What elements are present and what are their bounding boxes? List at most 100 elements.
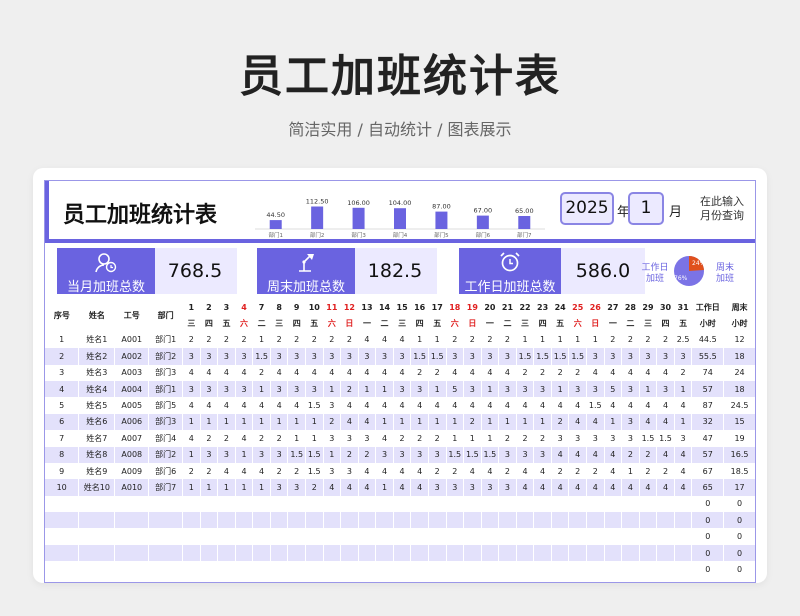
- cell-hours[interactable]: 3: [323, 348, 342, 365]
- cell-hours[interactable]: 1: [516, 413, 535, 431]
- cell-hours[interactable]: 2: [639, 331, 658, 349]
- cell-hours[interactable]: 1.5: [305, 397, 324, 414]
- cell-hours[interactable]: 4: [358, 364, 377, 381]
- cell-hours[interactable]: 3: [586, 430, 605, 447]
- cell-hours[interactable]: [428, 544, 447, 562]
- cell-hours[interactable]: 2: [200, 430, 219, 447]
- cell-hours[interactable]: 1: [323, 446, 342, 463]
- cell-no[interactable]: 1: [45, 331, 80, 349]
- cell-hours[interactable]: 2: [217, 331, 236, 349]
- cell-hours[interactable]: [235, 512, 254, 529]
- cell-hours[interactable]: [340, 528, 359, 545]
- cell-hours[interactable]: 3: [463, 348, 482, 365]
- cell-hours[interactable]: 2: [463, 413, 482, 431]
- cell-id[interactable]: A006: [114, 413, 150, 431]
- cell-hours[interactable]: 1: [516, 331, 535, 349]
- cell-hours[interactable]: 1: [252, 479, 271, 496]
- cell-name[interactable]: [78, 528, 116, 545]
- cell-hours[interactable]: [674, 561, 693, 578]
- cell-hours[interactable]: 5: [604, 380, 623, 398]
- cell-hours[interactable]: [639, 544, 658, 562]
- cell-hours[interactable]: [533, 561, 552, 578]
- cell-no[interactable]: 9: [45, 462, 80, 480]
- cell-hours[interactable]: [551, 495, 570, 513]
- cell-hours[interactable]: 4: [375, 331, 394, 349]
- year-input[interactable]: 2025: [560, 192, 614, 225]
- cell-hours[interactable]: 3: [498, 380, 517, 398]
- cell-hours[interactable]: 1: [358, 380, 377, 398]
- cell-hours[interactable]: [586, 544, 605, 562]
- cell-hours[interactable]: [428, 528, 447, 545]
- cell-hours[interactable]: 1: [481, 430, 500, 447]
- cell-hours[interactable]: 2: [604, 331, 623, 349]
- cell-hours[interactable]: 4: [270, 397, 289, 414]
- cell-hours[interactable]: 1.5: [586, 397, 605, 414]
- cell-hours[interactable]: 4: [533, 397, 552, 414]
- cell-hours[interactable]: 4: [463, 462, 482, 480]
- cell-hours[interactable]: 1: [182, 479, 201, 496]
- cell-no[interactable]: 7: [45, 430, 80, 447]
- cell-hours[interactable]: 3: [393, 348, 412, 365]
- cell-hours[interactable]: 4: [516, 397, 535, 414]
- cell-hours[interactable]: 2: [446, 331, 465, 349]
- cell-hours[interactable]: [235, 544, 254, 562]
- cell-hours[interactable]: [217, 528, 236, 545]
- cell-hours[interactable]: 1: [182, 413, 201, 431]
- cell-hours[interactable]: 4: [340, 364, 359, 381]
- cell-hours[interactable]: [252, 544, 271, 562]
- cell-hours[interactable]: 4: [604, 364, 623, 381]
- cell-hours[interactable]: 3: [551, 430, 570, 447]
- cell-hours[interactable]: 2: [287, 462, 306, 480]
- cell-hours[interactable]: [252, 528, 271, 545]
- cell-hours[interactable]: 4: [235, 397, 254, 414]
- cell-hours[interactable]: 2: [498, 430, 517, 447]
- cell-no[interactable]: 6: [45, 413, 80, 431]
- cell-hours[interactable]: 1: [252, 413, 271, 431]
- cell-hours[interactable]: 2: [270, 462, 289, 480]
- cell-hours[interactable]: 1.5: [639, 430, 658, 447]
- cell-hours[interactable]: 3: [200, 446, 219, 463]
- cell-hours[interactable]: [393, 512, 412, 529]
- cell-hours[interactable]: [446, 495, 465, 513]
- cell-hours[interactable]: 1.5: [428, 348, 447, 365]
- cell-hours[interactable]: [375, 512, 394, 529]
- cell-hours[interactable]: [533, 495, 552, 513]
- cell-hours[interactable]: 4: [235, 364, 254, 381]
- cell-hours[interactable]: 4: [375, 364, 394, 381]
- cell-hours[interactable]: 4: [639, 479, 658, 496]
- cell-id[interactable]: A004: [114, 380, 150, 398]
- cell-hours[interactable]: 4: [182, 397, 201, 414]
- cell-hours[interactable]: [182, 544, 201, 562]
- cell-hours[interactable]: 4: [656, 446, 675, 463]
- cell-hours[interactable]: [287, 528, 306, 545]
- cell-hours[interactable]: 1: [252, 331, 271, 349]
- cell-hours[interactable]: 3: [481, 479, 500, 496]
- cell-hours[interactable]: 4: [393, 479, 412, 496]
- cell-hours[interactable]: [463, 528, 482, 545]
- cell-id[interactable]: [114, 495, 150, 513]
- cell-hours[interactable]: [533, 528, 552, 545]
- cell-hours[interactable]: [305, 495, 324, 513]
- cell-dept[interactable]: 部门2: [148, 348, 184, 365]
- cell-hours[interactable]: [498, 495, 517, 513]
- cell-hours[interactable]: [375, 495, 394, 513]
- cell-hours[interactable]: 3: [498, 348, 517, 365]
- cell-no[interactable]: 5: [45, 397, 80, 414]
- cell-hours[interactable]: [323, 495, 342, 513]
- cell-hours[interactable]: [551, 544, 570, 562]
- cell-hours[interactable]: 2: [551, 462, 570, 480]
- cell-hours[interactable]: [375, 528, 394, 545]
- cell-hours[interactable]: 2: [182, 462, 201, 480]
- cell-hours[interactable]: [639, 495, 658, 513]
- cell-hours[interactable]: 1: [533, 413, 552, 431]
- cell-hours[interactable]: 2: [428, 430, 447, 447]
- cell-hours[interactable]: 2: [217, 430, 236, 447]
- cell-hours[interactable]: [481, 495, 500, 513]
- cell-hours[interactable]: [323, 544, 342, 562]
- cell-hours[interactable]: 4: [516, 462, 535, 480]
- cell-name[interactable]: 姓名7: [78, 430, 116, 447]
- cell-no[interactable]: 4: [45, 380, 80, 398]
- cell-dept[interactable]: 部门5: [148, 397, 184, 414]
- cell-dept[interactable]: [148, 495, 184, 513]
- cell-hours[interactable]: 4: [586, 413, 605, 431]
